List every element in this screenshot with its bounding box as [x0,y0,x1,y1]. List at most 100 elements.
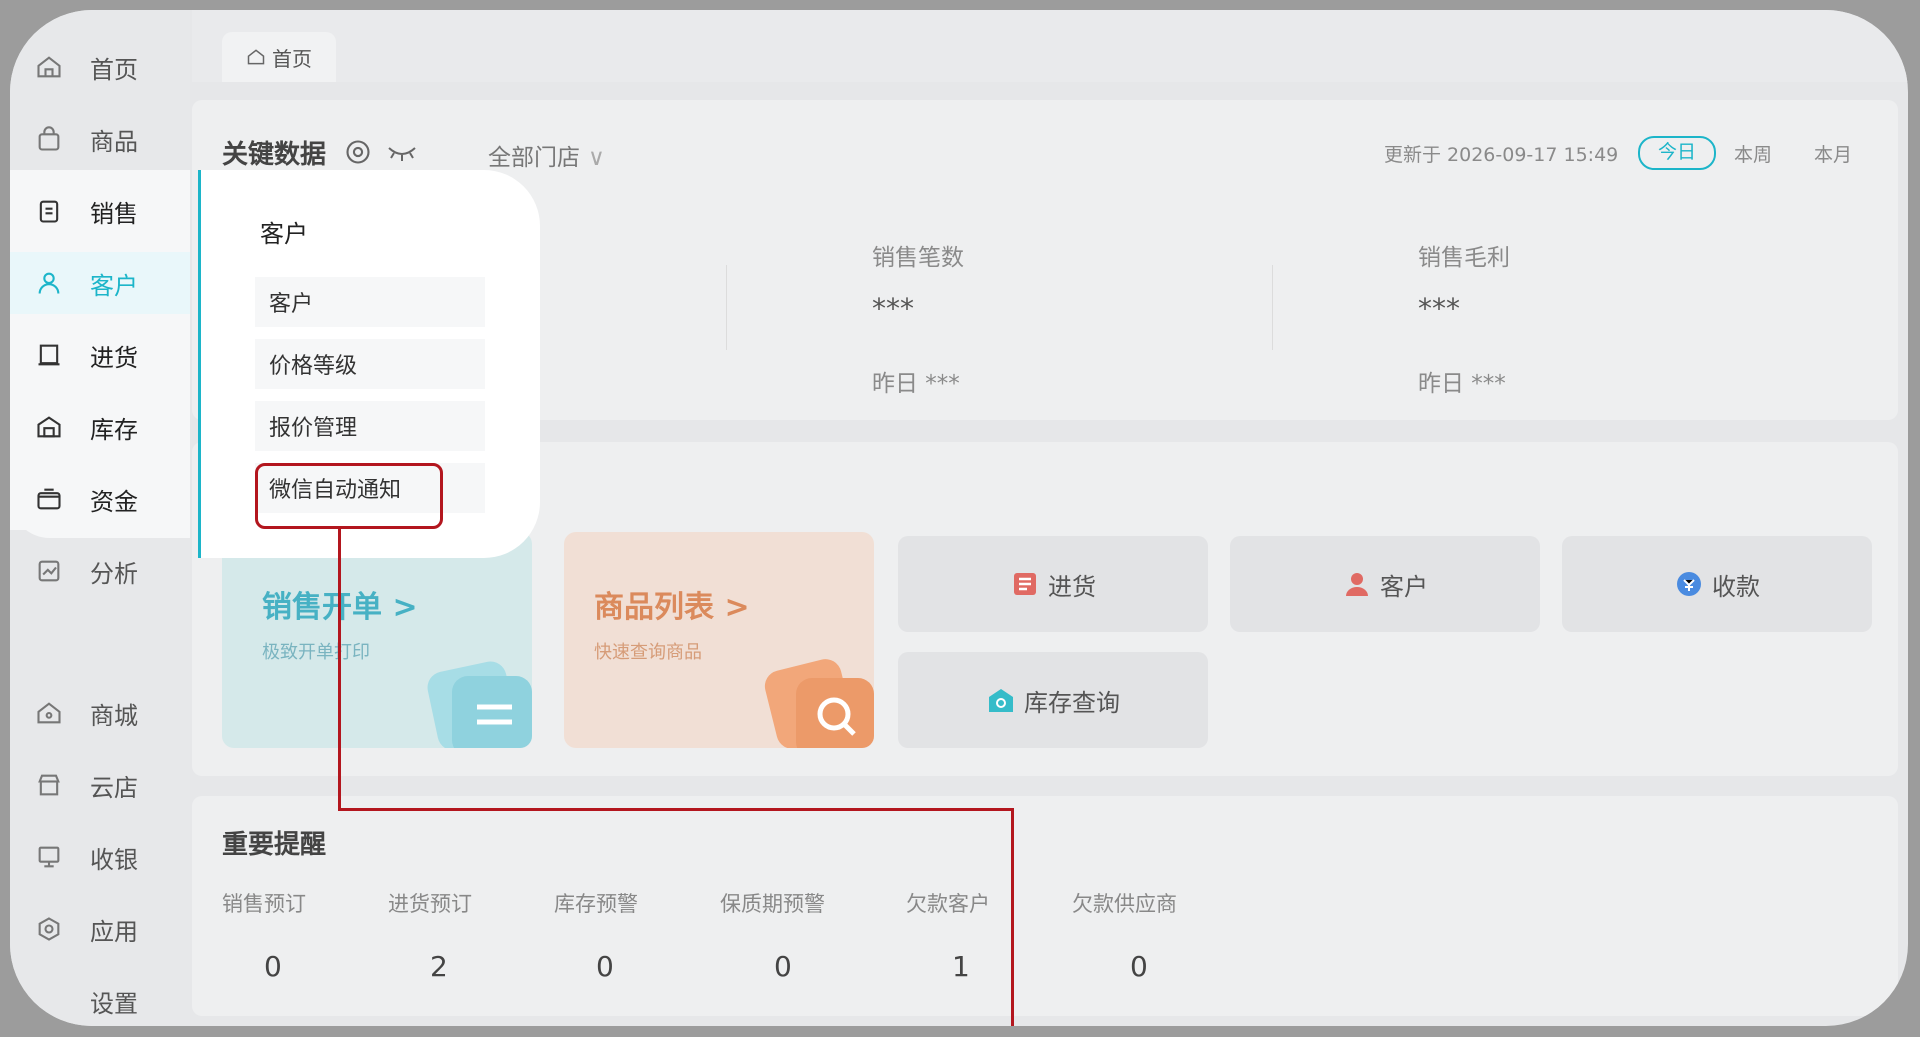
metric-label: 销售毛利 [1418,245,1510,271]
metric-value: *** [1418,292,1460,325]
reminder-label: 欠款客户 [906,892,990,916]
store-select[interactable]: 全部门店 ∨ [488,138,605,172]
sidebar-item-apps[interactable]: 应用 [10,898,190,960]
truck-icon [1014,573,1036,595]
reminder-label: 进货预订 [388,892,472,916]
tab-bar: 首页 [192,10,1908,82]
reminders-title: 重要提醒 [222,830,327,860]
updated-time: 更新于 2026-09-17 15:49 [1384,144,1619,166]
store-select-label: 全部门店 [488,145,580,171]
sidebar-item-analysis[interactable]: 分析 [10,540,190,602]
chart-icon [34,556,64,586]
sales-order-subtitle: 极致开单打印 [262,642,370,663]
hexagon-icon [34,914,64,944]
sidebar-item-label: 设置 [90,989,138,1018]
reminder-value[interactable]: 2 [430,950,448,983]
submenu-item-quotes[interactable]: 报价管理 [255,401,485,451]
wallet-icon [34,484,64,514]
submenu-item-customers[interactable]: 客户 [255,277,485,327]
sidebar-item-label: 商城 [90,701,138,730]
purchase-button-label: 进货 [1048,572,1096,601]
sidebar-item-label: 销售 [90,199,138,228]
tab-home-label: 首页 [272,46,312,71]
key-data-title: 关键数据 [222,140,327,170]
sidebar-item-cloudstore[interactable]: 云店 [10,754,190,816]
metric-label: 销售笔数 [872,245,964,271]
sidebar-item-funds[interactable]: 资金 [10,468,190,530]
receipt-button-label: 收款 [1712,572,1760,601]
inventory-query-button-label: 库存查询 [1024,688,1120,717]
metric-yesterday: 昨日 *** [872,371,960,397]
shop-icon [34,698,64,728]
sidebar-item-customers[interactable]: 客户 [10,252,190,314]
target-icon[interactable] [344,138,372,166]
store-icon [34,770,64,800]
product-list-title: 商品列表 > [594,590,750,625]
search-icon [764,659,874,748]
sidebar-item-label: 资金 [90,487,138,516]
reminder-label: 保质期预警 [720,892,825,916]
product-list-subtitle: 快速查询商品 [594,642,702,663]
reminder-value[interactable]: 0 [774,950,792,983]
chevron-down-icon: ∨ [588,145,605,171]
annotation-line [338,529,341,811]
book-icon [34,340,64,370]
sidebar-item-label: 商品 [90,127,138,156]
sidebar-item-label: 库存 [90,415,138,444]
reminder-value[interactable]: 0 [264,950,282,983]
reminder-label: 库存预警 [554,892,638,916]
pos-icon [34,842,64,872]
reminder-value[interactable]: 0 [1130,950,1148,983]
warehouse-search-icon [989,689,1013,712]
annotation-line [338,808,1014,811]
inventory-query-button[interactable]: 库存查询 [898,652,1208,748]
eye-closed-icon[interactable] [386,142,418,164]
sidebar-item-cashier[interactable]: 收银 [10,826,190,888]
submenu-title: 客户 [260,220,308,248]
bag-icon [34,124,64,154]
sales-order-card[interactable]: 销售开单 > 极致开单打印 [222,532,532,748]
period-today[interactable]: 今日 [1638,136,1716,170]
reminder-value[interactable]: 0 [596,950,614,983]
submenu-accent-bar [198,170,201,558]
tab-home[interactable]: 首页 [222,32,336,82]
period-month[interactable]: 本月 [1814,140,1852,167]
sidebar-item-label: 分析 [90,559,138,588]
reminder-label: 欠款供应商 [1072,892,1177,916]
purchase-button[interactable]: 进货 [898,536,1208,632]
product-list-card[interactable]: 商品列表 > 快速查询商品 [564,532,874,748]
clipboard-icon [34,196,64,226]
warehouse-icon [34,412,64,442]
document-icon [427,661,532,748]
metric-yesterday: 昨日 *** [1418,371,1506,397]
sidebar-item-label: 收银 [90,845,138,874]
customer-button[interactable]: 客户 [1230,536,1540,632]
metric-value: *** [872,292,914,325]
sidebar-item-mall[interactable]: 商城 [10,682,190,744]
home-icon [34,52,64,82]
divider [726,265,727,350]
annotation-line [1011,808,1014,1026]
app-frame: 首页 商品 销售 客户 进货 库存 资金 分析 商城 云店 收银 应用 设置 首… [10,10,1908,1026]
sidebar-item-settings[interactable]: 设置 [10,970,190,1026]
reminder-label: 销售预订 [222,892,306,916]
sidebar: 首页 商品 销售 客户 进货 库存 资金 分析 商城 云店 收银 应用 设置 [10,10,190,1026]
home-icon [247,49,265,65]
receipt-button[interactable]: 收款 [1562,536,1872,632]
user-icon [1346,573,1368,596]
period-week[interactable]: 本周 [1734,140,1772,167]
sidebar-item-home[interactable]: 首页 [10,36,190,98]
customer-button-label: 客户 [1380,572,1428,601]
sidebar-item-label: 首页 [90,55,138,84]
sidebar-item-label: 云店 [90,773,138,802]
sidebar-item-label: 客户 [90,271,138,300]
sidebar-item-inventory[interactable]: 库存 [10,396,190,458]
sidebar-item-sales[interactable]: 销售 [10,180,190,242]
submenu-item-price-levels[interactable]: 价格等级 [255,339,485,389]
sidebar-item-products[interactable]: 商品 [10,108,190,170]
sidebar-item-label: 应用 [90,917,138,946]
user-icon [34,268,64,298]
reminder-value[interactable]: 1 [952,950,970,983]
sidebar-item-purchase[interactable]: 进货 [10,324,190,386]
annotation-highlight-box [255,463,443,529]
